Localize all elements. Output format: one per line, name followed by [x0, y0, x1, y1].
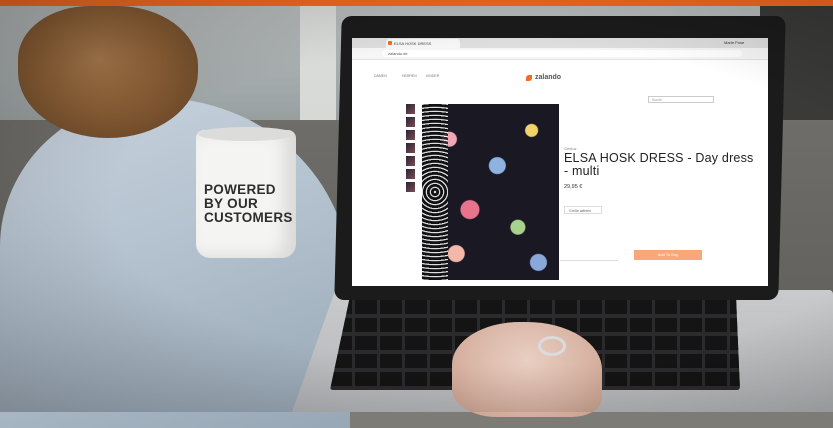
browser-tab[interactable]: ELSA HOSK DRESS — [386, 39, 460, 48]
thumbnail[interactable] — [406, 104, 415, 114]
product-thumbnails — [406, 104, 416, 220]
browser-profile[interactable]: Marie Pose — [724, 39, 744, 47]
favicon-icon — [388, 41, 392, 45]
nav-kids[interactable]: KINDER — [426, 74, 439, 78]
address-bar[interactable]: zalando.de — [382, 50, 742, 57]
nav-men[interactable]: HERREN — [402, 74, 417, 78]
site-logo[interactable]: zalando — [535, 74, 561, 81]
mug-rim — [198, 127, 294, 141]
thumbnail[interactable] — [406, 143, 415, 153]
nav-women[interactable]: DAMEN — [374, 74, 387, 78]
thumbnail[interactable] — [406, 169, 415, 179]
ring — [538, 336, 566, 356]
search-input[interactable]: Suche — [648, 96, 714, 103]
thumbnail[interactable] — [406, 117, 415, 127]
mug-print: POWERED BY OUR CUSTOMERS — [204, 183, 296, 225]
person-hair — [18, 6, 198, 138]
zalando-logo-icon — [526, 75, 532, 81]
laptop-screen: ELSA HOSK DRESS Marie Pose zalando.de za… — [352, 38, 768, 286]
mug-line-2: BY OUR — [204, 196, 259, 211]
product-image-dots — [422, 104, 448, 280]
browser-toolbar: zalando.de — [352, 48, 768, 60]
thumbnail[interactable] — [406, 156, 415, 166]
thumbnail[interactable] — [406, 182, 415, 192]
thumbnail[interactable] — [406, 130, 415, 140]
add-to-bag-button[interactable]: Add To Bag — [634, 250, 702, 260]
size-select[interactable]: Größe wählen — [564, 206, 602, 214]
person-hand — [452, 322, 602, 417]
mug-line-1: POWERED — [204, 182, 276, 197]
product-title: ELSA HOSK DRESS - Day dress - multi — [564, 151, 754, 178]
product-price: 29,95 € — [564, 184, 583, 190]
mug-line-3: CUSTOMERS — [204, 210, 293, 225]
quantity-field[interactable] — [560, 250, 618, 261]
